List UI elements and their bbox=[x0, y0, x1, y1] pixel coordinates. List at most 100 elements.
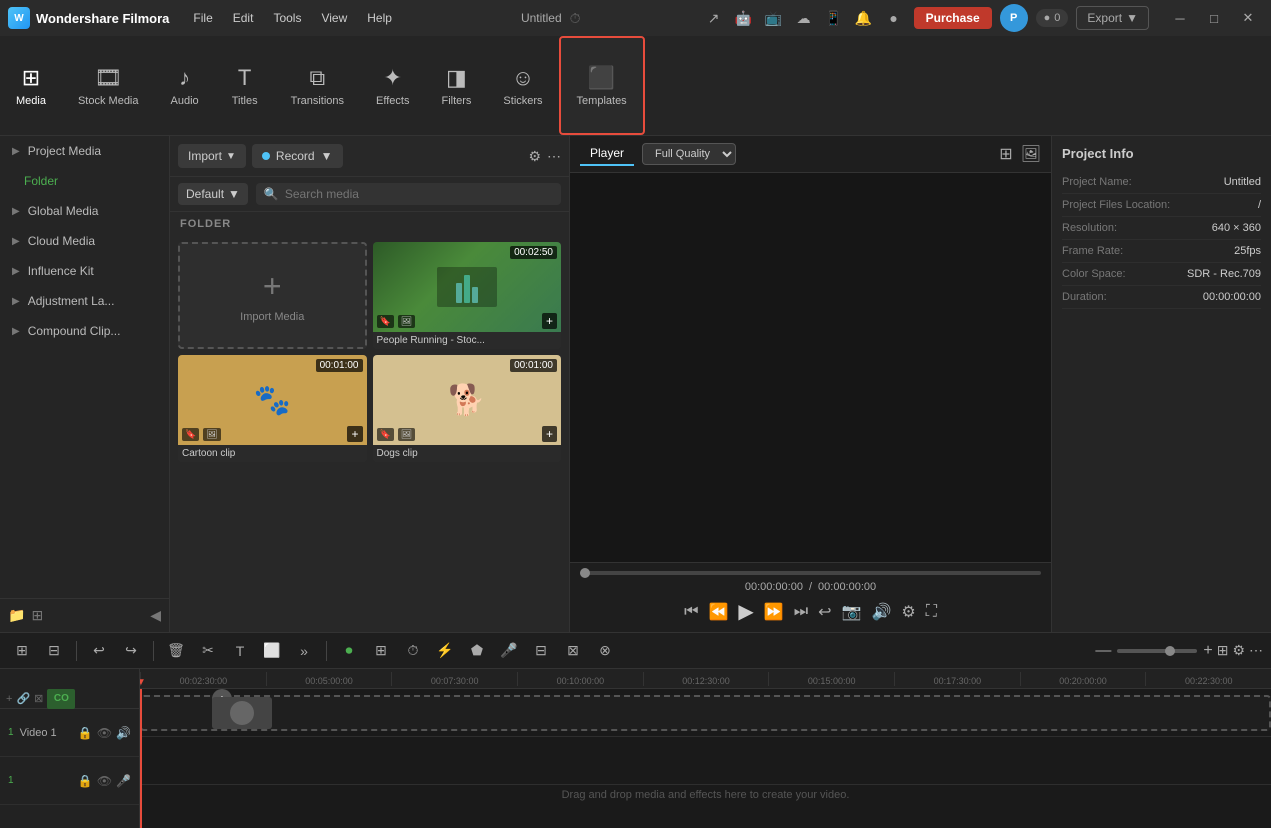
multicam-button[interactable]: ⊟ bbox=[527, 637, 555, 665]
import-button[interactable]: Import ▼ bbox=[178, 144, 246, 168]
camera-button[interactable]: 📷 bbox=[842, 602, 862, 622]
toolbar-titles[interactable]: T Titles bbox=[215, 36, 275, 135]
grid-tl-icon[interactable]: ⊞ bbox=[1217, 642, 1229, 659]
sidebar-item-adjustment[interactable]: ▶ Adjustment La... bbox=[0, 286, 169, 316]
search-input[interactable] bbox=[285, 187, 553, 201]
settings-tl-icon[interactable]: ⚙ bbox=[1232, 642, 1245, 659]
add-video-track-icon[interactable]: + bbox=[6, 693, 12, 705]
drop-zone-video[interactable]: + bbox=[140, 695, 1271, 731]
delete2-button[interactable]: ⊗ bbox=[591, 637, 619, 665]
bell-icon[interactable]: 🔔 bbox=[852, 6, 876, 30]
text-button[interactable]: T bbox=[226, 637, 254, 665]
more-options-icon[interactable]: ⋯ bbox=[547, 148, 561, 165]
maximize-button[interactable]: □ bbox=[1199, 6, 1229, 30]
purchase-button[interactable]: Purchase bbox=[914, 7, 992, 29]
eye-audio-icon[interactable]: 👁 bbox=[97, 774, 112, 788]
menu-edit[interactable]: Edit bbox=[225, 7, 262, 29]
toolbar-templates[interactable]: ⬛ Templates bbox=[559, 36, 645, 135]
fullscreen-button[interactable]: ⛶ bbox=[926, 603, 937, 621]
sidebar-item-cloud-media[interactable]: ▶ Cloud Media bbox=[0, 226, 169, 256]
zoom-slider-thumb[interactable] bbox=[1165, 646, 1175, 656]
redo-button[interactable]: ↪ bbox=[117, 637, 145, 665]
scene2-button[interactable]: ⊟ bbox=[40, 637, 68, 665]
profile-avatar[interactable]: P bbox=[1000, 4, 1028, 32]
sidebar-item-global-media[interactable]: ▶ Global Media bbox=[0, 196, 169, 226]
playhead[interactable] bbox=[140, 689, 142, 828]
media-card-people-running[interactable]: 00:02:50 🔖 🖼 + People Running - Stoc... bbox=[373, 242, 562, 349]
sidebar-item-influence-kit[interactable]: ▶ Influence Kit bbox=[0, 256, 169, 286]
more-tl-icon[interactable]: ⋯ bbox=[1249, 642, 1263, 659]
toolbar-stock-media[interactable]: 🎞 Stock Media bbox=[62, 36, 155, 135]
sidebar-item-folder[interactable]: Folder bbox=[0, 166, 169, 196]
lock-track-icon[interactable]: 🔒 bbox=[78, 726, 93, 740]
grid-view-icon[interactable]: ⊞ bbox=[999, 144, 1012, 164]
record-button[interactable]: Record ▼ bbox=[252, 144, 343, 168]
import-media-card[interactable]: + Import Media bbox=[178, 242, 367, 349]
export-button[interactable]: Export ▼ bbox=[1076, 6, 1149, 30]
close-button[interactable]: ✕ bbox=[1233, 6, 1263, 30]
undo-button[interactable]: ↩ bbox=[85, 637, 113, 665]
toolbar-stickers[interactable]: ☺ Stickers bbox=[487, 36, 558, 135]
loop-button[interactable]: ↩ bbox=[818, 602, 831, 622]
collapse-sidebar-icon[interactable]: ◀ bbox=[150, 607, 161, 624]
record-tl-button[interactable]: ⏺ bbox=[335, 637, 363, 665]
toolbar-filters[interactable]: ◨ Filters bbox=[425, 36, 487, 135]
sidebar-item-project-media[interactable]: ▶ Project Media bbox=[0, 136, 169, 166]
export-dropdown-icon[interactable]: ▼ bbox=[1126, 11, 1138, 25]
detach-button[interactable]: ⊠ bbox=[559, 637, 587, 665]
next-frame-button[interactable]: ⏭ bbox=[794, 603, 808, 621]
scene-detect-button[interactable]: ⊞ bbox=[367, 637, 395, 665]
search-box[interactable]: 🔍 bbox=[256, 183, 561, 205]
filter-icon[interactable]: ⚙ bbox=[528, 148, 541, 165]
menu-view[interactable]: View bbox=[313, 7, 355, 29]
sidebar-item-compound[interactable]: ▶ Compound Clip... bbox=[0, 316, 169, 346]
menu-tools[interactable]: Tools bbox=[265, 7, 309, 29]
eye-track-icon[interactable]: 👁 bbox=[97, 726, 112, 740]
fullscreen-icon[interactable]: 🖼 bbox=[1021, 144, 1041, 164]
play-button[interactable]: ▶ bbox=[738, 599, 753, 624]
menu-help[interactable]: Help bbox=[359, 7, 400, 29]
audio-button[interactable]: 🔊 bbox=[871, 602, 891, 622]
audio-tl-button[interactable]: 🎤 bbox=[495, 637, 523, 665]
toolbar-media[interactable]: ⊞ Media bbox=[0, 36, 62, 135]
unlink-tracks-icon[interactable]: ⊠ bbox=[34, 692, 43, 705]
cut-button[interactable]: ✂ bbox=[194, 637, 222, 665]
delete-button[interactable]: 🗑 bbox=[162, 637, 190, 665]
add-media-icon[interactable]: ⊞ bbox=[31, 607, 43, 624]
media-card-cartoon[interactable]: 🐾 00:01:00 🔖 🖼 + Cartoon clip bbox=[178, 355, 367, 462]
cloud-icon[interactable]: ☁ bbox=[792, 6, 816, 30]
minimize-button[interactable]: ─ bbox=[1165, 6, 1195, 30]
monitor-icon[interactable]: 📺 bbox=[762, 6, 786, 30]
settings-button[interactable]: ⚙ bbox=[901, 602, 915, 622]
share-icon[interactable]: ↗ bbox=[702, 6, 726, 30]
menu-file[interactable]: File bbox=[185, 7, 220, 29]
tab-player[interactable]: Player bbox=[580, 142, 634, 166]
zoom-slider[interactable] bbox=[1117, 649, 1197, 653]
zoom-out-button[interactable]: — bbox=[1095, 642, 1111, 660]
default-button[interactable]: Default ▼ bbox=[178, 183, 248, 205]
playback-progress-bar[interactable] bbox=[580, 571, 1041, 575]
forward-button[interactable]: ⏩ bbox=[764, 602, 784, 622]
playback-thumb[interactable] bbox=[580, 568, 590, 578]
audio-track-icon[interactable]: 🔊 bbox=[116, 726, 131, 740]
rewind-button[interactable]: ⏪ bbox=[708, 602, 728, 622]
ai-icon[interactable]: 🤖 bbox=[732, 6, 756, 30]
notify-icon[interactable]: ● bbox=[882, 6, 906, 30]
toolbar-effects[interactable]: ✦ Effects bbox=[360, 36, 425, 135]
lock-audio-icon[interactable]: 🔒 bbox=[78, 774, 93, 788]
scene-button[interactable]: ⊞ bbox=[8, 637, 36, 665]
media-card-dogs[interactable]: 🐕 00:01:00 🔖 🖼 + Dogs clip bbox=[373, 355, 562, 462]
phone-icon[interactable]: 📱 bbox=[822, 6, 846, 30]
toolbar-transitions[interactable]: ⧉ Transitions bbox=[275, 36, 360, 135]
prev-frame-button[interactable]: ⏮ bbox=[684, 603, 698, 621]
zoom-in-button[interactable]: + bbox=[1203, 642, 1212, 660]
quality-select[interactable]: Full Quality 1/2 Quality 1/4 Quality bbox=[642, 143, 736, 165]
stabilize-button[interactable]: ⚡ bbox=[431, 637, 459, 665]
mute-audio-icon[interactable]: 🎤 bbox=[116, 774, 131, 788]
link-tracks-icon[interactable]: 🔗 bbox=[16, 692, 30, 705]
toolbar-audio[interactable]: ♪ Audio bbox=[155, 36, 215, 135]
speed-button[interactable]: ⏱ bbox=[399, 637, 427, 665]
crop-button[interactable]: ⬜ bbox=[258, 637, 286, 665]
add-folder-icon[interactable]: 📁 bbox=[8, 607, 25, 624]
more-tools-button[interactable]: » bbox=[290, 637, 318, 665]
